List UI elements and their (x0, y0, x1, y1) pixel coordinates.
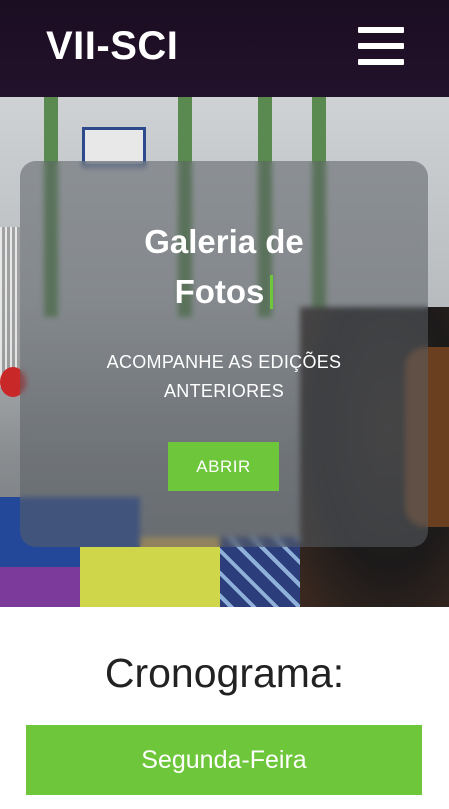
menu-bar-bottom (358, 59, 404, 65)
typing-cursor (270, 275, 274, 309)
monday-button[interactable]: Segunda-Feira (26, 725, 422, 795)
gallery-subtitle-line2: ANTERIORES (163, 381, 285, 401)
gallery-title: Galeria de Fotos (20, 217, 428, 317)
gallery-card: Galeria de Fotos ACOMPANHE AS EDIÇÕES AN… (20, 161, 428, 547)
plaid-cloth (220, 537, 310, 607)
gallery-title-line1: Galeria de (144, 223, 304, 260)
hamburger-menu-icon[interactable] (358, 27, 404, 67)
gallery-title-line2: Fotos (174, 273, 265, 310)
site-logo[interactable]: VII-SCI (46, 24, 178, 69)
site-header: VII-SCI (0, 0, 449, 97)
open-gallery-button[interactable]: ABRIR (168, 442, 279, 491)
menu-bar-top (358, 27, 404, 33)
gallery-subtitle-line1: ACOMPANHE AS EDIÇÕES (106, 352, 342, 372)
menu-bar-middle (358, 43, 404, 49)
schedule-title: Cronograma: (104, 650, 345, 696)
gym-net (0, 227, 20, 387)
gallery-title-line2-wrap: Fotos (20, 267, 428, 317)
gallery-subtitle: ACOMPANHE AS EDIÇÕES ANTERIORES (60, 348, 388, 406)
